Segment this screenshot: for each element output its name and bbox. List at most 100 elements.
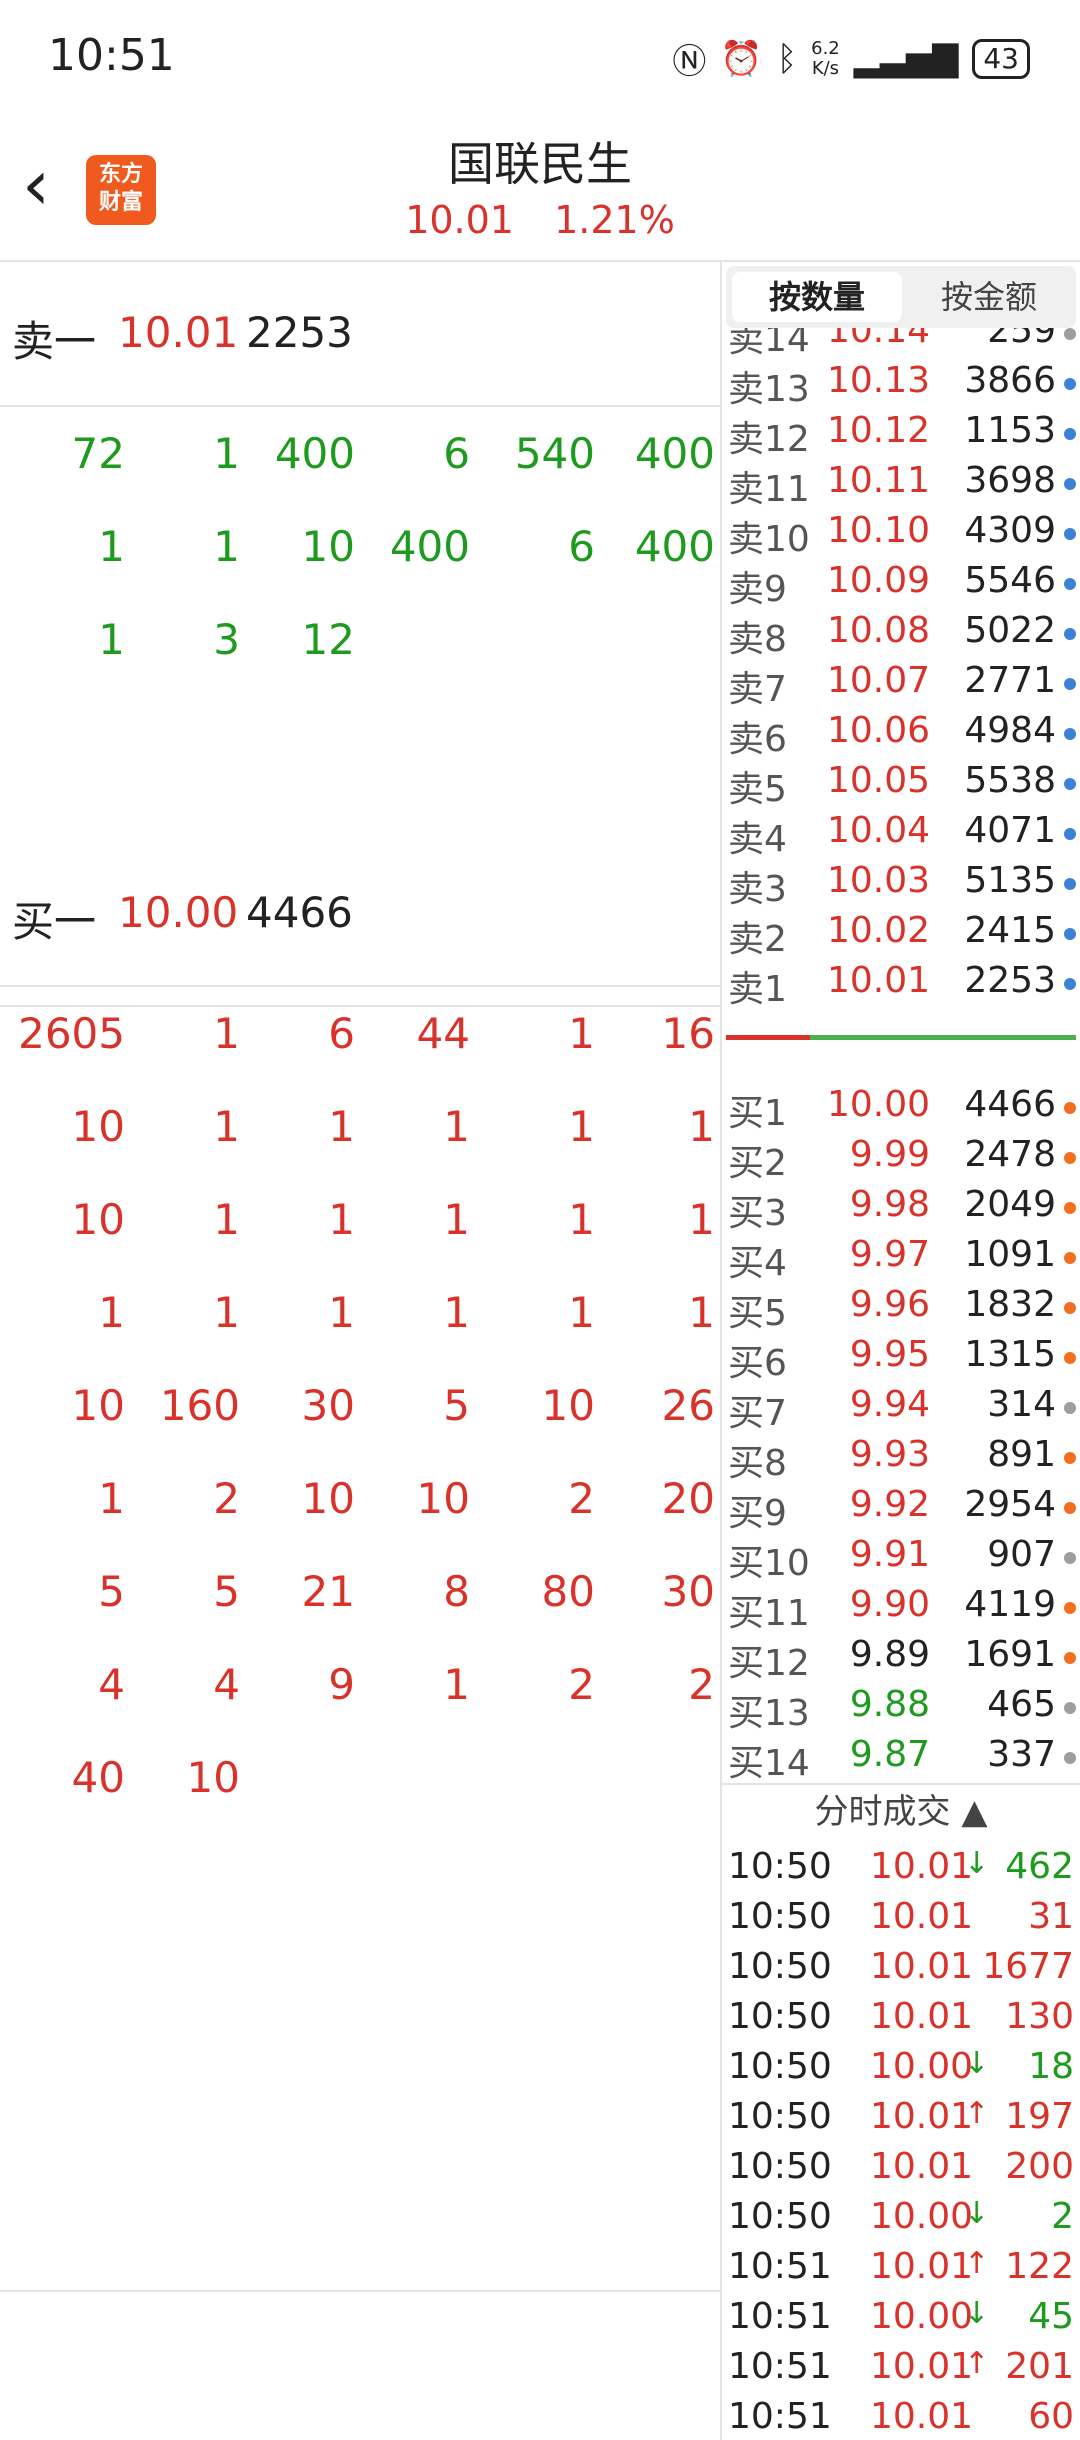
level-dot-icon bbox=[1064, 378, 1076, 390]
trade-volume: 45 bbox=[1028, 2296, 1074, 2337]
order-book-row[interactable]: 卖1 10.01 2253 bbox=[722, 956, 1080, 1010]
order-book-row[interactable]: 卖7 10.07 2771 bbox=[722, 656, 1080, 710]
tab-by-quantity[interactable]: 按数量 bbox=[732, 272, 902, 322]
buy-one-row[interactable]: 买一 10.00 4466 bbox=[0, 842, 720, 987]
order-book-row[interactable]: 卖10 10.10 4309 bbox=[722, 506, 1080, 560]
queue-order-size: 2 bbox=[213, 1474, 240, 1523]
level-dot-icon bbox=[1064, 728, 1076, 740]
queue-order-size: 1 bbox=[98, 615, 125, 664]
level-dot-icon bbox=[1064, 428, 1076, 440]
order-book-row[interactable]: 卖13 10.13 3866 bbox=[722, 356, 1080, 410]
level-label: 买6 bbox=[728, 1343, 787, 1384]
tab-by-amount[interactable]: 按金额 bbox=[904, 272, 1074, 322]
order-book-row[interactable]: 卖2 10.02 2415 bbox=[722, 906, 1080, 960]
order-book-row[interactable]: 买4 9.97 1091 bbox=[722, 1230, 1080, 1284]
trade-price: 10.01 bbox=[870, 1996, 974, 2037]
status-bar: 10:51 Ⓝ ⏰ ᛒ 6.2 K/s ▂▃▅▇ 43 bbox=[0, 0, 1080, 110]
queue-order-size: 2 bbox=[568, 1660, 595, 1709]
order-book-row[interactable]: 买12 9.89 1691 bbox=[722, 1630, 1080, 1684]
order-book-row[interactable]: 卖6 10.06 4984 bbox=[722, 706, 1080, 760]
trade-row[interactable]: 10:50 10.01 ↓ 462 bbox=[722, 1842, 1080, 1892]
trade-price: 10.01 bbox=[870, 2346, 974, 2387]
trade-time: 10:51 bbox=[728, 2246, 832, 2287]
level-label: 买13 bbox=[728, 1693, 810, 1734]
level-dot-icon bbox=[1064, 478, 1076, 490]
level-volume: 3698 bbox=[964, 460, 1056, 501]
trade-volume: 1677 bbox=[982, 1946, 1074, 1987]
trade-row[interactable]: 10:50 10.01 1677 bbox=[722, 1942, 1080, 1992]
order-book-row[interactable]: 卖14 10.14 259 bbox=[722, 328, 1080, 360]
queue-order-size: 2 bbox=[568, 1474, 595, 1523]
level-volume: 259 bbox=[987, 328, 1056, 351]
queue-order-size: 1 bbox=[443, 1102, 470, 1151]
order-book-row[interactable]: 买14 9.87 337 bbox=[722, 1730, 1080, 1783]
trade-row[interactable]: 10:50 10.00 ↓ 18 bbox=[722, 2042, 1080, 2092]
trade-row[interactable]: 10:50 10.01 ↑ 197 bbox=[722, 2092, 1080, 2142]
level-price: 9.98 bbox=[849, 1184, 930, 1225]
level-label: 卖13 bbox=[728, 369, 810, 410]
trade-row[interactable]: 10:51 10.00 ↓ 45 bbox=[722, 2292, 1080, 2342]
order-book-row[interactable]: 买10 9.91 907 bbox=[722, 1530, 1080, 1584]
queue-order-size: 1 bbox=[443, 1660, 470, 1709]
order-book-row[interactable]: 卖9 10.09 5546 bbox=[722, 556, 1080, 610]
order-book-row[interactable]: 买7 9.94 314 bbox=[722, 1380, 1080, 1434]
trade-time: 10:50 bbox=[728, 2046, 832, 2087]
order-book-row[interactable]: 买9 9.92 2954 bbox=[722, 1480, 1080, 1534]
order-book-row[interactable]: 买6 9.95 1315 bbox=[722, 1330, 1080, 1384]
arrow-down-icon: ↓ bbox=[964, 1846, 990, 1881]
level-dot-icon bbox=[1064, 1552, 1076, 1564]
order-book-row[interactable]: 买8 9.93 891 bbox=[722, 1430, 1080, 1484]
order-book-row[interactable]: 卖5 10.05 5538 bbox=[722, 756, 1080, 810]
level-price: 10.13 bbox=[826, 360, 930, 401]
queue-order-size: 400 bbox=[389, 522, 470, 571]
level-label: 买4 bbox=[728, 1243, 787, 1284]
level-price: 9.89 bbox=[849, 1634, 930, 1675]
level-price: 9.99 bbox=[849, 1134, 930, 1175]
time-sales-header[interactable]: 分时成交 ▲ bbox=[722, 1783, 1080, 1839]
trade-row[interactable]: 10:50 10.01 200 bbox=[722, 2142, 1080, 2192]
level-label: 卖10 bbox=[728, 519, 810, 560]
trade-price: 10.00 bbox=[870, 2196, 974, 2237]
order-book-row[interactable]: 卖12 10.12 1153 bbox=[722, 406, 1080, 460]
trade-row[interactable]: 10:50 10.01 130 bbox=[722, 1992, 1080, 2042]
trade-row[interactable]: 10:51 10.01 ↑ 201 bbox=[722, 2342, 1080, 2392]
level-label: 买2 bbox=[728, 1143, 787, 1184]
order-book-row[interactable]: 买3 9.98 2049 bbox=[722, 1180, 1080, 1234]
level-dot-icon bbox=[1064, 1752, 1076, 1764]
level-volume: 5135 bbox=[964, 860, 1056, 901]
order-book-row[interactable]: 卖3 10.03 5135 bbox=[722, 856, 1080, 910]
level-price: 9.90 bbox=[849, 1584, 930, 1625]
order-book-row[interactable]: 卖8 10.08 5022 bbox=[722, 606, 1080, 660]
trade-price: 10.00 bbox=[870, 2046, 974, 2087]
level-dot-icon bbox=[1064, 1702, 1076, 1714]
level-label: 买7 bbox=[728, 1393, 787, 1434]
queue-order-size: 5 bbox=[98, 1567, 125, 1616]
order-book-row[interactable]: 买1 10.00 4466 bbox=[722, 1080, 1080, 1134]
queue-order-size: 5 bbox=[443, 1381, 470, 1430]
order-book[interactable]: 卖14 10.14 259 卖13 10.13 3866 卖12 10.12 1153 卖11 10… bbox=[722, 328, 1080, 1783]
level-label: 买10 bbox=[728, 1543, 810, 1584]
order-book-row[interactable]: 买13 9.88 465 bbox=[722, 1680, 1080, 1734]
level-label: 买3 bbox=[728, 1193, 787, 1234]
order-book-row[interactable]: 卖4 10.04 4071 bbox=[722, 806, 1080, 860]
level-label: 买14 bbox=[728, 1743, 810, 1783]
trade-time: 10:50 bbox=[728, 1846, 832, 1887]
sell-one-row[interactable]: 卖一 10.01 2253 bbox=[0, 262, 720, 407]
trade-row[interactable]: 10:50 10.00 ↓ 2 bbox=[722, 2192, 1080, 2242]
order-book-row[interactable]: 买2 9.99 2478 bbox=[722, 1130, 1080, 1184]
trade-row[interactable]: 10:51 10.01 ↑ 122 bbox=[722, 2242, 1080, 2292]
order-book-row[interactable]: 买5 9.96 1832 bbox=[722, 1280, 1080, 1334]
trade-row[interactable]: 10:51 10.01 60 bbox=[722, 2392, 1080, 2440]
book-tabs: 按数量 按金额 bbox=[726, 266, 1076, 328]
trade-row[interactable]: 10:50 10.01 31 bbox=[722, 1892, 1080, 1942]
order-book-row[interactable]: 卖11 10.11 3698 bbox=[722, 456, 1080, 510]
queue-order-size: 1 bbox=[688, 1288, 715, 1337]
order-book-row[interactable]: 买11 9.90 4119 bbox=[722, 1580, 1080, 1634]
level-price: 9.96 bbox=[849, 1284, 930, 1325]
queue-order-size: 10 bbox=[71, 1381, 125, 1430]
level-dot-icon bbox=[1064, 528, 1076, 540]
buy-queue-divider bbox=[0, 2290, 720, 2292]
level-price: 10.06 bbox=[826, 710, 930, 751]
trade-volume: 60 bbox=[1028, 2396, 1074, 2437]
level-volume: 314 bbox=[987, 1384, 1056, 1425]
